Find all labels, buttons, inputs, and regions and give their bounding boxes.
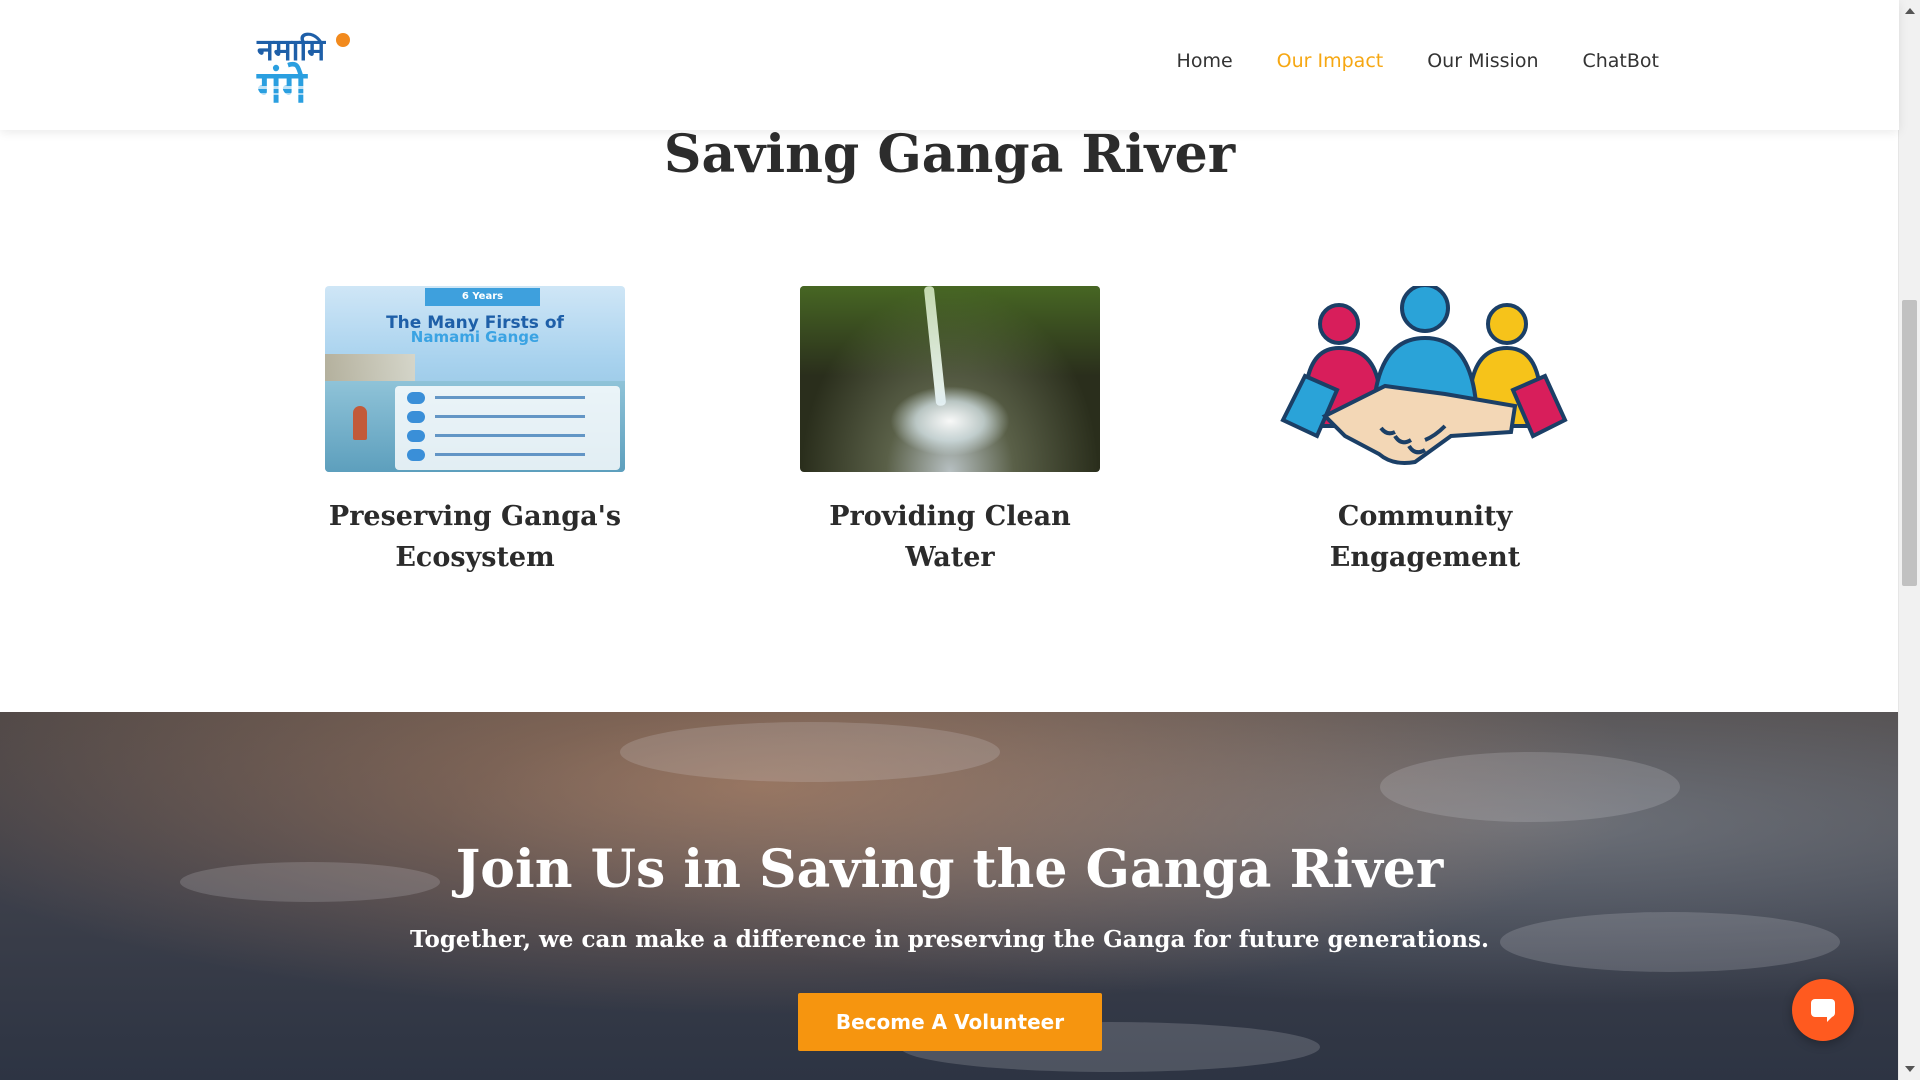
poster-band: 6 Years xyxy=(425,288,540,306)
card-preserving-ecosystem: 6 Years The Many Firsts of Namami Gange … xyxy=(325,286,625,578)
scroll-down-arrow-icon[interactable] xyxy=(1905,1066,1915,1072)
site-header: नमामि गंगे Home Our Impact Our Mission C… xyxy=(0,0,1899,130)
banner-title: Join Us in Saving the Ganga River xyxy=(455,839,1444,900)
chat-launcher-button[interactable] xyxy=(1792,979,1854,1041)
poster-subtitle-line: Namami Gange xyxy=(410,328,540,346)
nav-our-mission[interactable]: Our Mission xyxy=(1427,50,1538,72)
nav-chatbot[interactable]: ChatBot xyxy=(1582,50,1659,72)
water-stream-image xyxy=(800,286,1100,472)
section-title: Saving Ganga River xyxy=(663,124,1236,185)
scroll-thumb[interactable] xyxy=(1902,300,1917,586)
page-scrollbar[interactable] xyxy=(1898,0,1920,1080)
card-clean-water: Providing Clean Water xyxy=(800,286,1100,578)
namami-gange-logo[interactable]: नमामि गंगे xyxy=(255,30,407,108)
poster-title: The Many Firsts of Namami Gange xyxy=(325,315,625,346)
poster-image: 6 Years The Many Firsts of Namami Gange xyxy=(325,286,625,472)
banner-subtitle: Together, we can make a difference in pr… xyxy=(410,926,1489,953)
card-label: Community Engagement xyxy=(1329,501,1521,573)
card-label: Providing Clean Water xyxy=(829,501,1071,573)
card-community-engagement: Community Engagement xyxy=(1275,286,1575,578)
person-shape xyxy=(353,406,367,440)
community-handshake-icon xyxy=(1275,286,1575,472)
card-label: Preserving Ganga's Ecosystem xyxy=(328,501,622,573)
become-volunteer-button[interactable]: Become A Volunteer xyxy=(798,993,1102,1051)
ghat-shape xyxy=(325,354,415,384)
main-nav: Home Our Impact Our Mission ChatBot xyxy=(1133,50,1659,72)
volunteer-banner: Join Us in Saving the Ganga River Togeth… xyxy=(0,712,1899,1080)
nav-our-impact[interactable]: Our Impact xyxy=(1277,50,1384,72)
poster-list xyxy=(395,386,620,470)
nav-home[interactable]: Home xyxy=(1177,50,1233,72)
scroll-up-arrow-icon[interactable] xyxy=(1905,8,1915,14)
svg-text:गंगे: गंगे xyxy=(256,61,309,108)
